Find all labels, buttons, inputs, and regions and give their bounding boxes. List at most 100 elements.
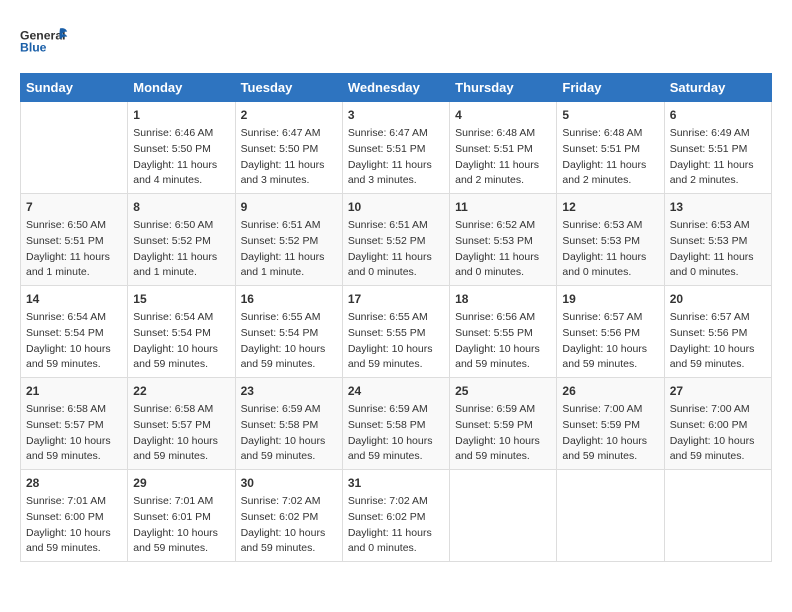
day-number: 27 <box>670 382 766 400</box>
calendar-cell: 17 Sunrise: 6:55 AM Sunset: 5:55 PM Dayli… <box>342 286 449 378</box>
calendar-cell: 16 Sunrise: 6:55 AM Sunset: 5:54 PM Dayli… <box>235 286 342 378</box>
day-number: 26 <box>562 382 658 400</box>
day-info: Sunrise: 6:51 AM Sunset: 5:52 PM Dayligh… <box>241 218 337 281</box>
day-info: Sunrise: 6:55 AM Sunset: 5:54 PM Dayligh… <box>241 310 337 373</box>
day-number: 10 <box>348 198 444 216</box>
calendar-cell: 31Sunrise: 7:02 AM Sunset: 6:02 PM Dayli… <box>342 470 449 562</box>
day-info: Sunrise: 6:46 AM Sunset: 5:50 PM Dayligh… <box>133 126 229 189</box>
day-info: Sunrise: 6:59 AM Sunset: 5:59 PM Dayligh… <box>455 402 551 465</box>
day-info: Sunrise: 7:00 AM Sunset: 5:59 PM Dayligh… <box>562 402 658 465</box>
col-header-wednesday: Wednesday <box>342 74 449 102</box>
day-number: 21 <box>26 382 122 400</box>
calendar-cell: 4Sunrise: 6:48 AM Sunset: 5:51 PM Daylig… <box>450 102 557 194</box>
calendar-cell: 19Sunrise: 6:57 AM Sunset: 5:56 PM Dayli… <box>557 286 664 378</box>
day-number: 11 <box>455 198 551 216</box>
col-header-saturday: Saturday <box>664 74 771 102</box>
calendar-cell: 10 Sunrise: 6:51 AM Sunset: 5:52 PM Dayli… <box>342 194 449 286</box>
week-row-1: 1 Sunrise: 6:46 AM Sunset: 5:50 PM Daylig… <box>21 102 772 194</box>
calendar-cell: 25 Sunrise: 6:59 AM Sunset: 5:59 PM Dayli… <box>450 378 557 470</box>
day-number: 15 <box>133 290 229 308</box>
day-info: Sunrise: 6:59 AM Sunset: 5:58 PM Dayligh… <box>241 402 337 465</box>
day-info: Sunrise: 6:59 AM Sunset: 5:58 PM Dayligh… <box>348 402 444 465</box>
day-info: Sunrise: 6:53 AM Sunset: 5:53 PM Dayligh… <box>562 218 658 281</box>
day-info: Sunrise: 6:48 AM Sunset: 5:51 PM Dayligh… <box>562 126 658 189</box>
day-number: 2 <box>241 106 337 124</box>
day-number: 7 <box>26 198 122 216</box>
day-number: 13 <box>670 198 766 216</box>
calendar-table: SundayMondayTuesdayWednesdayThursdayFrid… <box>20 73 772 562</box>
day-info: Sunrise: 6:54 AM Sunset: 5:54 PM Dayligh… <box>26 310 122 373</box>
day-number: 5 <box>562 106 658 124</box>
day-number: 18 <box>455 290 551 308</box>
day-info: Sunrise: 7:01 AM Sunset: 6:01 PM Dayligh… <box>133 494 229 557</box>
week-row-4: 21 Sunrise: 6:58 AM Sunset: 5:57 PM Dayli… <box>21 378 772 470</box>
week-row-3: 14 Sunrise: 6:54 AM Sunset: 5:54 PM Dayli… <box>21 286 772 378</box>
day-number: 14 <box>26 290 122 308</box>
day-info: Sunrise: 7:01 AM Sunset: 6:00 PM Dayligh… <box>26 494 122 557</box>
day-info: Sunrise: 6:58 AM Sunset: 5:57 PM Dayligh… <box>26 402 122 465</box>
col-header-thursday: Thursday <box>450 74 557 102</box>
day-number: 8 <box>133 198 229 216</box>
day-number: 16 <box>241 290 337 308</box>
day-info: Sunrise: 6:52 AM Sunset: 5:53 PM Dayligh… <box>455 218 551 281</box>
calendar-cell <box>664 470 771 562</box>
day-number: 9 <box>241 198 337 216</box>
day-number: 3 <box>348 106 444 124</box>
calendar-cell: 22 Sunrise: 6:58 AM Sunset: 5:57 PM Dayli… <box>128 378 235 470</box>
day-info: Sunrise: 7:00 AM Sunset: 6:00 PM Dayligh… <box>670 402 766 465</box>
calendar-cell: 8 Sunrise: 6:50 AM Sunset: 5:52 PM Daylig… <box>128 194 235 286</box>
calendar-cell: 18 Sunrise: 6:56 AM Sunset: 5:55 PM Dayli… <box>450 286 557 378</box>
day-number: 22 <box>133 382 229 400</box>
day-number: 25 <box>455 382 551 400</box>
day-number: 24 <box>348 382 444 400</box>
calendar-cell: 3 Sunrise: 6:47 AM Sunset: 5:51 PM Daylig… <box>342 102 449 194</box>
day-number: 1 <box>133 106 229 124</box>
week-row-5: 28 Sunrise: 7:01 AM Sunset: 6:00 PM Dayli… <box>21 470 772 562</box>
day-number: 20 <box>670 290 766 308</box>
calendar-cell: 29 Sunrise: 7:01 AM Sunset: 6:01 PM Dayli… <box>128 470 235 562</box>
week-row-2: 7 Sunrise: 6:50 AM Sunset: 5:51 PM Daylig… <box>21 194 772 286</box>
calendar-cell: 15 Sunrise: 6:54 AM Sunset: 5:54 PM Dayli… <box>128 286 235 378</box>
day-info: Sunrise: 7:02 AM Sunset: 6:02 PM Dayligh… <box>241 494 337 557</box>
calendar-cell: 26 Sunrise: 7:00 AM Sunset: 5:59 PM Dayli… <box>557 378 664 470</box>
day-info: Sunrise: 6:48 AM Sunset: 5:51 PM Dayligh… <box>455 126 551 189</box>
col-header-friday: Friday <box>557 74 664 102</box>
day-info: Sunrise: 6:56 AM Sunset: 5:55 PM Dayligh… <box>455 310 551 373</box>
day-info: Sunrise: 6:49 AM Sunset: 5:51 PM Dayligh… <box>670 126 766 189</box>
svg-text:Blue: Blue <box>20 41 47 55</box>
calendar-cell: 28 Sunrise: 7:01 AM Sunset: 6:00 PM Dayli… <box>21 470 128 562</box>
calendar-cell <box>21 102 128 194</box>
day-info: Sunrise: 6:47 AM Sunset: 5:51 PM Dayligh… <box>348 126 444 189</box>
calendar-cell: 5 Sunrise: 6:48 AM Sunset: 5:51 PM Daylig… <box>557 102 664 194</box>
col-header-monday: Monday <box>128 74 235 102</box>
calendar-cell: 9 Sunrise: 6:51 AM Sunset: 5:52 PM Daylig… <box>235 194 342 286</box>
calendar-cell: 7 Sunrise: 6:50 AM Sunset: 5:51 PM Daylig… <box>21 194 128 286</box>
logo: GeneralBlue <box>20 20 70 65</box>
day-info: Sunrise: 6:51 AM Sunset: 5:52 PM Dayligh… <box>348 218 444 281</box>
day-number: 30 <box>241 474 337 492</box>
day-number: 23 <box>241 382 337 400</box>
calendar-cell: 27 Sunrise: 7:00 AM Sunset: 6:00 PM Dayli… <box>664 378 771 470</box>
day-number: 17 <box>348 290 444 308</box>
col-header-tuesday: Tuesday <box>235 74 342 102</box>
calendar-cell: 21 Sunrise: 6:58 AM Sunset: 5:57 PM Dayli… <box>21 378 128 470</box>
logo-svg: GeneralBlue <box>20 20 70 65</box>
calendar-cell: 24 Sunrise: 6:59 AM Sunset: 5:58 PM Dayli… <box>342 378 449 470</box>
day-number: 28 <box>26 474 122 492</box>
day-info: Sunrise: 6:54 AM Sunset: 5:54 PM Dayligh… <box>133 310 229 373</box>
day-info: Sunrise: 6:50 AM Sunset: 5:52 PM Dayligh… <box>133 218 229 281</box>
day-info: Sunrise: 6:58 AM Sunset: 5:57 PM Dayligh… <box>133 402 229 465</box>
calendar-cell: 14 Sunrise: 6:54 AM Sunset: 5:54 PM Dayli… <box>21 286 128 378</box>
day-info: Sunrise: 6:50 AM Sunset: 5:51 PM Dayligh… <box>26 218 122 281</box>
day-info: Sunrise: 6:53 AM Sunset: 5:53 PM Dayligh… <box>670 218 766 281</box>
day-number: 19 <box>562 290 658 308</box>
calendar-cell <box>557 470 664 562</box>
calendar-cell: 1 Sunrise: 6:46 AM Sunset: 5:50 PM Daylig… <box>128 102 235 194</box>
calendar-cell: 11 Sunrise: 6:52 AM Sunset: 5:53 PM Dayli… <box>450 194 557 286</box>
calendar-cell: 6Sunrise: 6:49 AM Sunset: 5:51 PM Daylig… <box>664 102 771 194</box>
day-info: Sunrise: 6:57 AM Sunset: 5:56 PM Dayligh… <box>670 310 766 373</box>
day-info: Sunrise: 7:02 AM Sunset: 6:02 PM Dayligh… <box>348 494 444 557</box>
day-number: 12 <box>562 198 658 216</box>
day-number: 29 <box>133 474 229 492</box>
day-info: Sunrise: 6:55 AM Sunset: 5:55 PM Dayligh… <box>348 310 444 373</box>
